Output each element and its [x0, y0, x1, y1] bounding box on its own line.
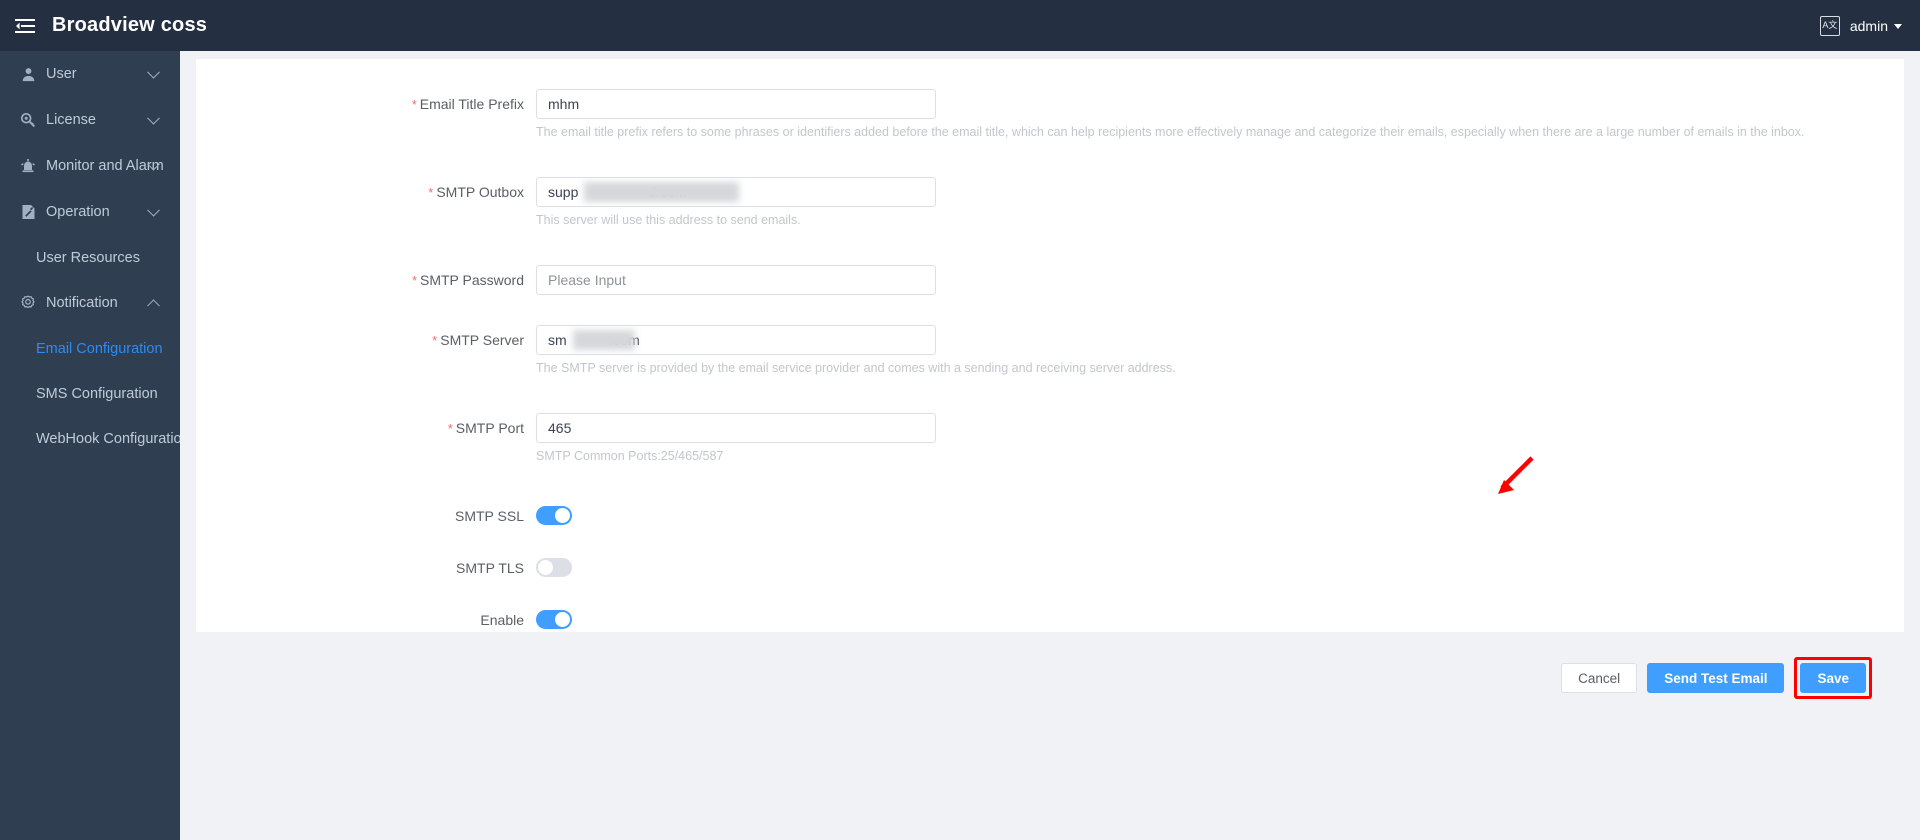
form-label-smtp-password: * SMTP Password: [196, 265, 536, 296]
form-label-smtp-tls: SMTP TLS: [456, 560, 524, 576]
sidebar-item-operation[interactable]: Operation: [0, 189, 180, 235]
form-row-smtp-server: *SMTP Server The SMTP server is provided…: [196, 325, 1904, 376]
sidebar-item-sms-configuration-label: SMS Configuration: [36, 385, 158, 402]
smtp-password-input[interactable]: [536, 265, 936, 295]
form-row-smtp-port: *SMTP Port SMTP Common Ports:25/465/587: [196, 413, 1904, 464]
sidebar-item-monitor-and-alarm[interactable]: Monitor and Alarm: [0, 143, 180, 189]
smtp-tls-toggle[interactable]: [536, 558, 572, 577]
save-button[interactable]: Save: [1800, 663, 1866, 693]
sidebar-item-notification-label: Notification: [46, 295, 118, 311]
form-control-smtp-outbox: This server will use this address to sen…: [536, 177, 1904, 228]
top-header: Broadview coss A文 admin: [0, 0, 1920, 51]
email-configuration-form: *Email Title Prefix The email title pref…: [196, 59, 1904, 699]
hamburger-collapse-icon[interactable]: [10, 11, 40, 41]
help-text-smtp-server: The SMTP server is provided by the email…: [536, 361, 1176, 375]
license-key-icon: [18, 110, 38, 130]
form-label-smtp-ssl: SMTP SSL: [455, 508, 524, 524]
main-content: *Email Title Prefix The email title pref…: [180, 51, 1920, 840]
form-row-smtp-ssl: SMTP SSL: [196, 501, 1904, 531]
form-control-enable: [536, 605, 1904, 629]
label-text: SMTP Port: [455, 420, 524, 436]
alarm-bell-icon: [18, 156, 38, 176]
smtp-ssl-toggle[interactable]: [536, 506, 572, 525]
form-control-email-title-prefix: The email title prefix refers to some ph…: [536, 89, 1904, 140]
sidebar-item-user-label: User: [46, 66, 77, 82]
label-text: Email Title Prefix: [419, 96, 524, 112]
label-text: SMTP Server: [440, 332, 524, 348]
form-row-email-title-prefix: *Email Title Prefix The email title pref…: [196, 89, 1904, 140]
required-asterisk-icon: *: [447, 421, 453, 436]
form-control-smtp-tls: [536, 553, 1904, 577]
sidebar-item-license[interactable]: License: [0, 97, 180, 143]
user-icon: [18, 64, 38, 84]
sidebar-item-webhook-configuration[interactable]: WebHook Configuration: [0, 416, 180, 461]
form-control-smtp-port: SMTP Common Ports:25/465/587: [536, 413, 1904, 464]
sidebar-item-notification[interactable]: Notification: [0, 280, 180, 326]
header-right-group: A文 admin: [1819, 0, 1902, 51]
toggle-knob: [555, 612, 570, 627]
smtp-outbox-value-wrap: [536, 177, 936, 207]
sidebar-item-sms-configuration[interactable]: SMS Configuration: [0, 371, 180, 416]
redaction-blur: [573, 330, 635, 350]
label-text: SMTP Password: [420, 272, 524, 288]
wrench-document-icon: [18, 202, 38, 222]
help-text-smtp-outbox: This server will use this address to sen…: [536, 213, 801, 227]
sidebar-item-webhook-configuration-label: WebHook Configuration: [36, 430, 180, 447]
cancel-button[interactable]: Cancel: [1561, 663, 1638, 693]
smtp-port-input[interactable]: [536, 413, 936, 443]
form-label-smtp-server: * SMTP Server: [196, 325, 536, 356]
sidebar-item-license-label: License: [46, 112, 96, 128]
app-root: Broadview coss A文 admin User License Mon…: [0, 0, 1920, 840]
required-asterisk-icon: *: [428, 185, 434, 200]
app-title: Broadview coss: [52, 14, 208, 36]
help-text-smtp-port: SMTP Common Ports:25/465/587: [536, 449, 724, 463]
sidebar-item-user[interactable]: User: [0, 51, 180, 97]
form-control-smtp-ssl: [536, 501, 1904, 525]
form-control-smtp-server: The SMTP server is provided by the email…: [536, 325, 1904, 376]
sidebar-item-user-resources-label: User Resources: [36, 249, 140, 266]
form-action-buttons: Cancel Send Test Email Save: [196, 657, 1904, 699]
chevron-down-icon: [1894, 24, 1902, 29]
send-test-email-button[interactable]: Send Test Email: [1647, 663, 1785, 693]
required-asterisk-icon: *: [432, 333, 438, 348]
form-row-enable: Enable: [196, 605, 1904, 635]
label-text: SMTP Outbox: [436, 184, 524, 200]
email-title-prefix-input[interactable]: [536, 89, 936, 119]
help-text-email-title-prefix: The email title prefix refers to some ph…: [536, 125, 1805, 139]
toggle-knob: [538, 560, 553, 575]
language-switch-icon[interactable]: A文: [1819, 15, 1840, 36]
toggle-knob: [555, 508, 570, 523]
user-menu-label: admin: [1849, 17, 1888, 34]
smtp-server-value-wrap: [536, 325, 936, 355]
form-label-smtp-port: * SMTP Port: [196, 413, 536, 444]
form-row-smtp-outbox: *SMTP Outbox This server will use this a…: [196, 177, 1904, 228]
sidebar: User License Monitor and Alarm Operation…: [0, 51, 180, 840]
gear-icon: [18, 293, 38, 313]
sidebar-item-monitor-and-alarm-label: Monitor and Alarm: [46, 158, 164, 174]
sidebar-item-operation-label: Operation: [46, 204, 110, 220]
required-asterisk-icon: *: [411, 273, 417, 288]
sidebar-item-email-configuration[interactable]: Email Configuration: [0, 326, 180, 371]
form-row-smtp-password: * SMTP Password: [196, 265, 1904, 296]
save-button-highlight: Save: [1794, 657, 1872, 699]
form-label-email-title-prefix: * Email Title Prefix: [196, 89, 536, 120]
user-menu[interactable]: admin: [1850, 18, 1902, 34]
sidebar-item-user-resources[interactable]: User Resources: [0, 235, 180, 280]
email-configuration-card: *Email Title Prefix The email title pref…: [196, 59, 1904, 699]
form-row-smtp-tls: SMTP TLS: [196, 553, 1904, 583]
enable-toggle[interactable]: [536, 610, 572, 629]
form-control-smtp-password: [536, 265, 1904, 295]
form-label-enable: Enable: [480, 612, 524, 628]
required-asterisk-icon: *: [411, 97, 417, 112]
sidebar-item-email-configuration-label: Email Configuration: [36, 340, 163, 357]
redaction-blur: [584, 182, 739, 202]
form-label-smtp-outbox: * SMTP Outbox: [196, 177, 536, 208]
